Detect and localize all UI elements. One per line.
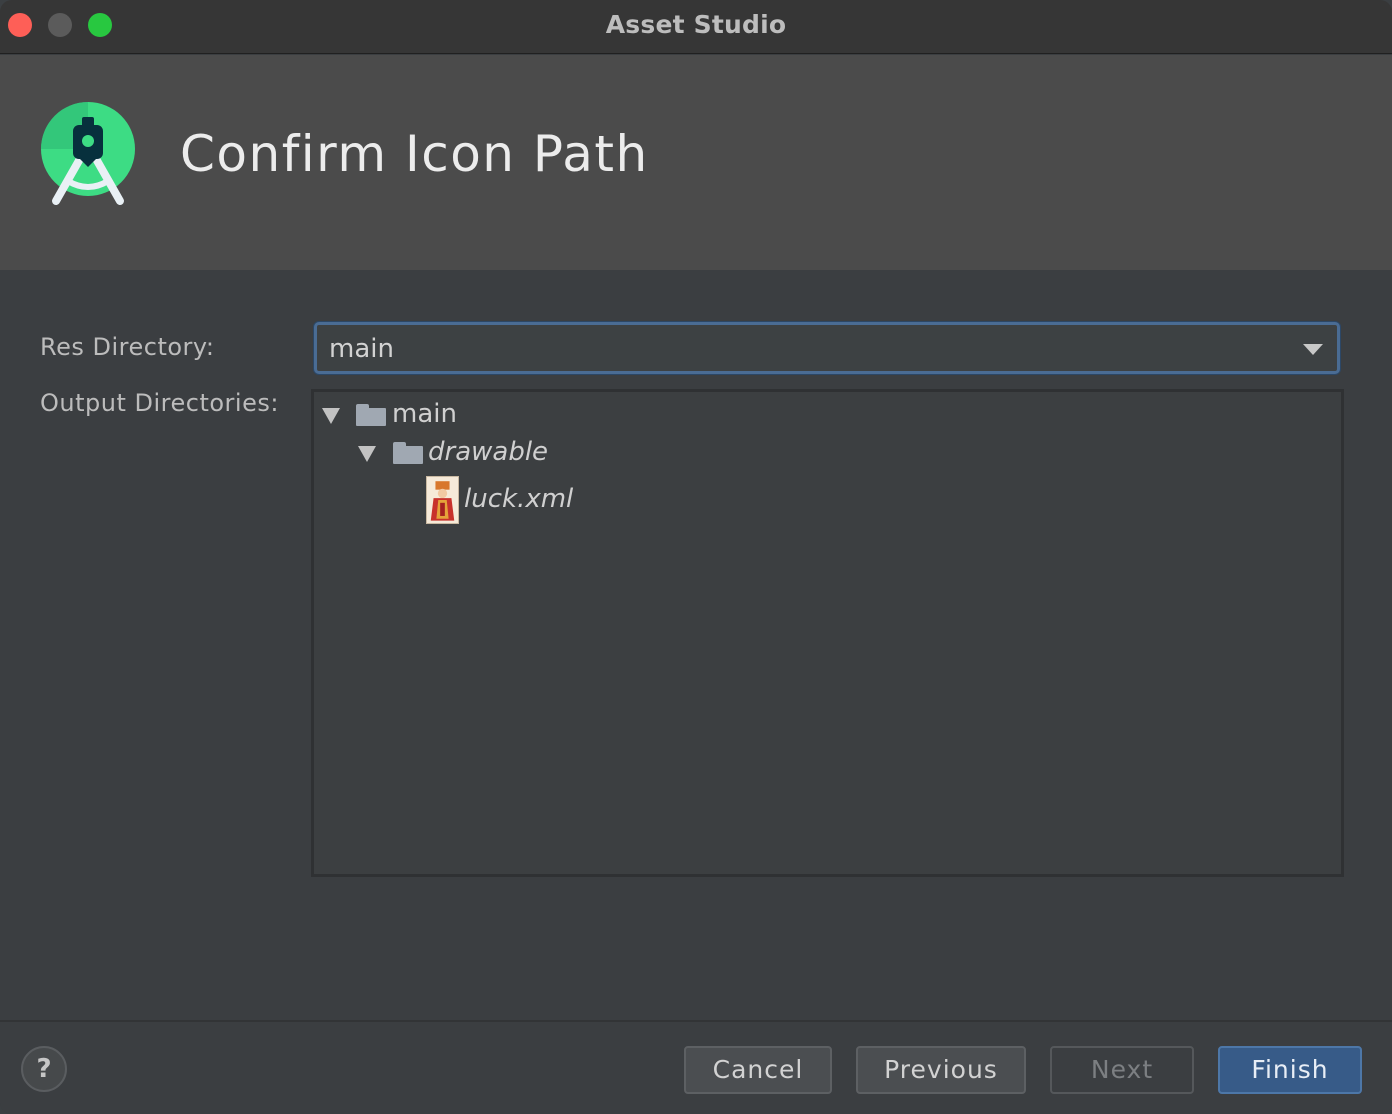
folder-icon bbox=[393, 442, 423, 464]
next-button[interactable]: Next bbox=[1050, 1046, 1194, 1094]
res-directory-value: main bbox=[329, 334, 394, 364]
asset-studio-window: Asset Studio Confirm Icon Path Res Direc… bbox=[0, 0, 1392, 1114]
tree-node-label: luck.xml bbox=[464, 484, 574, 514]
expand-arrow-icon[interactable] bbox=[358, 446, 376, 462]
wizard-header: Confirm Icon Path bbox=[0, 55, 1392, 270]
output-directories-tree[interactable]: main drawable luck.xml bbox=[311, 389, 1344, 877]
wizard-footer: ? Cancel Previous Next Finish bbox=[0, 1020, 1392, 1114]
finish-button[interactable]: Finish bbox=[1218, 1046, 1362, 1094]
tree-node-drawable[interactable]: drawable bbox=[314, 436, 914, 476]
help-button[interactable]: ? bbox=[21, 1046, 67, 1092]
tree-node-label: main bbox=[392, 399, 457, 429]
page-title: Confirm Icon Path bbox=[180, 125, 649, 183]
expand-arrow-icon[interactable] bbox=[322, 408, 340, 424]
output-directories-label: Output Directories: bbox=[40, 389, 279, 417]
cancel-button[interactable]: Cancel bbox=[684, 1046, 832, 1094]
res-directory-label: Res Directory: bbox=[40, 333, 215, 361]
previous-button[interactable]: Previous bbox=[856, 1046, 1026, 1094]
folder-icon bbox=[356, 404, 386, 426]
title-bar: Asset Studio bbox=[0, 0, 1392, 54]
window-title: Asset Studio bbox=[605, 10, 787, 39]
android-studio-logo-icon bbox=[41, 102, 135, 205]
res-directory-dropdown[interactable]: main bbox=[314, 322, 1340, 374]
tree-node-label: drawable bbox=[428, 437, 549, 467]
drawable-preview-icon bbox=[426, 476, 459, 524]
tree-node-luck-xml[interactable]: luck.xml bbox=[314, 476, 914, 528]
chevron-down-icon bbox=[1303, 344, 1323, 355]
tree-node-main[interactable]: main bbox=[314, 396, 914, 436]
